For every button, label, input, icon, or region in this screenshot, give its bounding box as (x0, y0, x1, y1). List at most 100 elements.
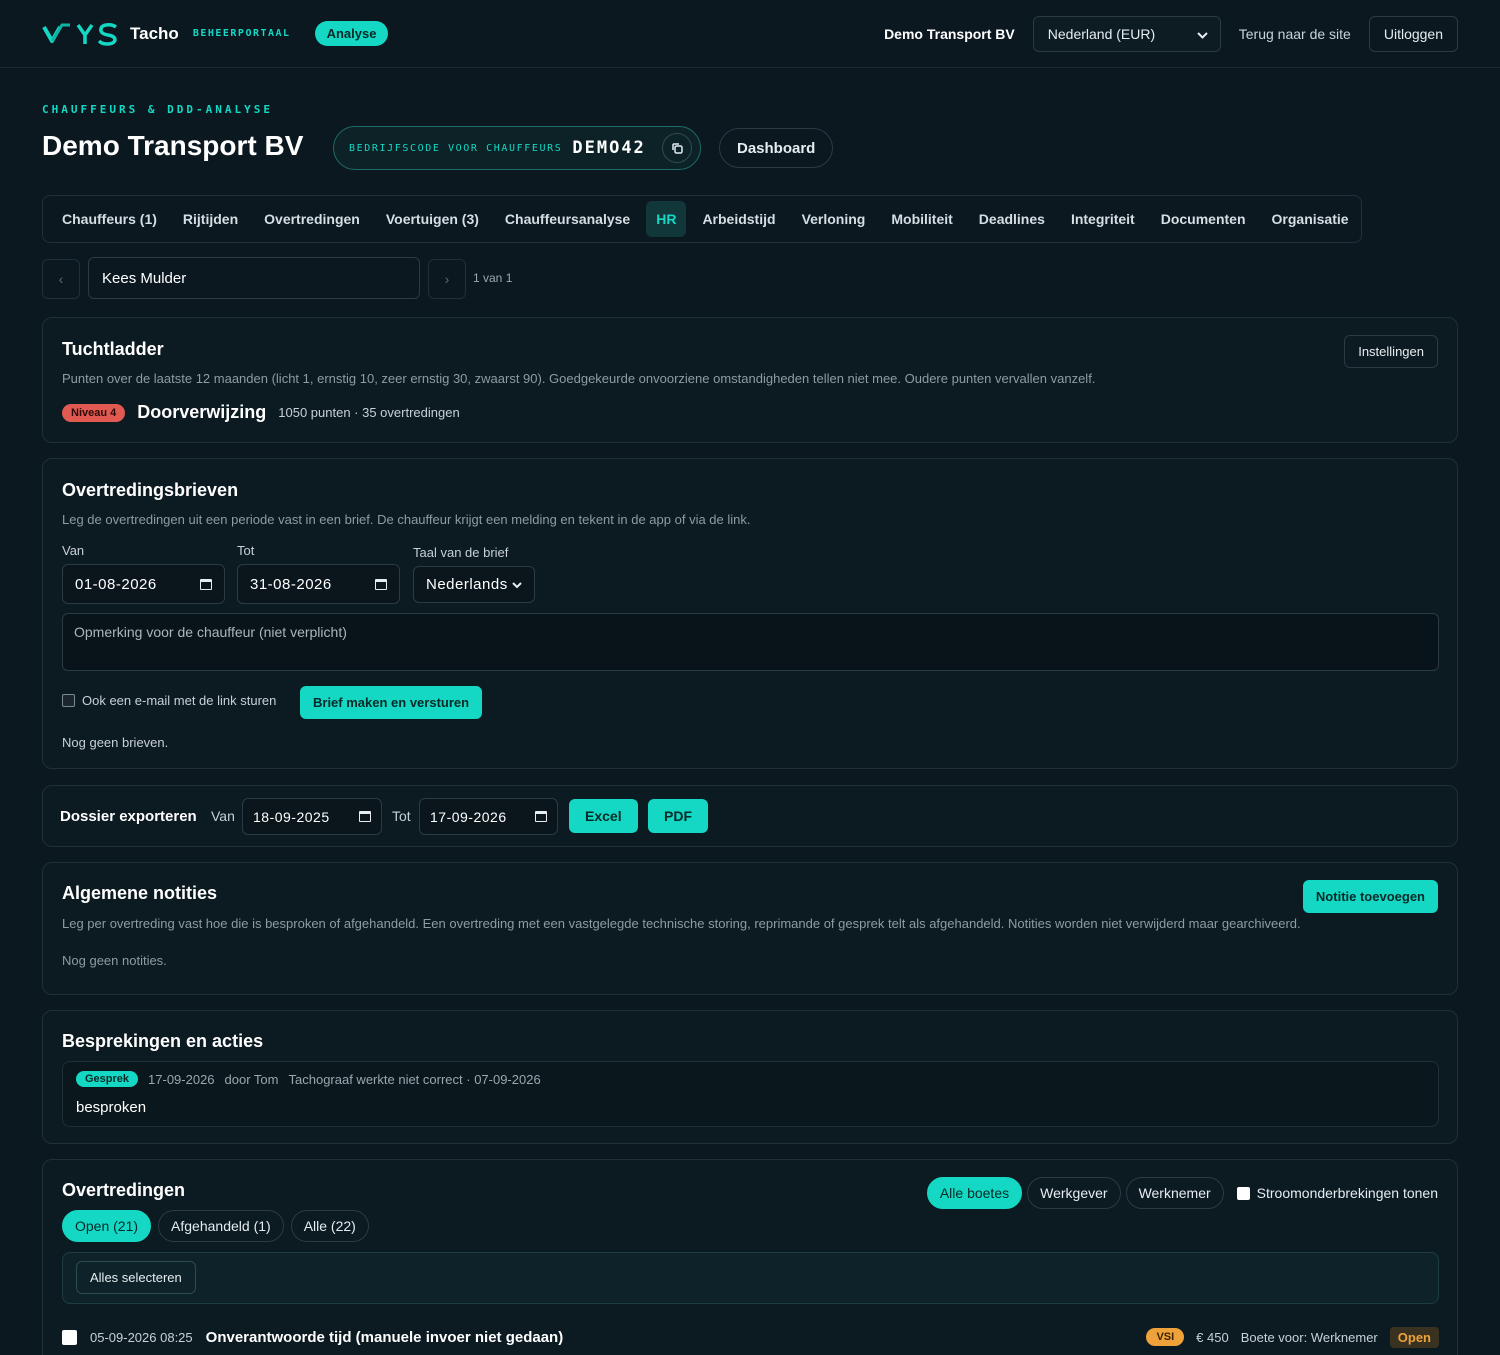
tab-integriteit[interactable]: Integriteit (1061, 201, 1145, 237)
violation-title: Onverantwoorde tijd (manuele invoer niet… (205, 1328, 564, 1346)
tab-organisatie[interactable]: Organisatie (1262, 201, 1359, 237)
discussion-date: 17-09-2026 (148, 1071, 215, 1087)
export-from-label: Van (211, 808, 235, 824)
level-name: Doorverwijzing (137, 402, 267, 422)
add-note-button[interactable]: Notitie toevoegen (1302, 880, 1438, 913)
calendar-icon[interactable] (359, 811, 371, 822)
tab-mobiliteit[interactable]: Mobiliteit (881, 201, 962, 237)
calendar-icon[interactable] (200, 578, 212, 590)
tab-chauffeurs[interactable]: Chauffeurs (1) (52, 201, 167, 237)
tab-arbeidstijd[interactable]: Arbeidstijd (692, 201, 785, 237)
filter-employer[interactable]: Werkgever (1027, 1177, 1121, 1209)
bulk-actions-bar: Alles selecteren (62, 1252, 1439, 1304)
from-date-input[interactable]: 01-08-2026 (62, 564, 225, 604)
previous-driver-button[interactable]: ‹ (42, 259, 80, 299)
tuchtladder-description: Punten over de laatste 12 maanden (licht… (62, 371, 1096, 386)
export-card: Dossier exporteren Van 18-09-2025 Tot 17… (42, 785, 1458, 847)
filter-employee[interactable]: Werknemer (1125, 1177, 1224, 1209)
discussions-card: Besprekingen en acties Gesprek 17-09-202… (42, 1010, 1458, 1144)
select-all-button[interactable]: Alles selecteren (76, 1261, 196, 1294)
discussion-text: besproken (76, 1099, 147, 1116)
violation-row[interactable]: 05-09-2026 08:25 Onverantwoorde tijd (ma… (62, 1322, 1439, 1352)
company-code-pill: BEDRIJFSCODE VOOR CHAUFFEURS DEMO42 (333, 126, 701, 170)
export-to-label: Tot (392, 808, 411, 824)
language-label: Taal van de brief (413, 545, 509, 560)
violation-datetime: 05-09-2026 08:25 (90, 1329, 193, 1345)
company-name: Demo Transport BV (884, 25, 1015, 42)
brieven-card: Overtredingsbrieven Leg de overtredingen… (42, 458, 1458, 769)
level-detail: 1050 punten · 35 overtredingen (278, 405, 460, 420)
discussions-title: Besprekingen en acties (62, 1031, 264, 1051)
violation-fine-for: Boete voor: Werknemer (1240, 1329, 1378, 1345)
export-pdf-button[interactable]: PDF (648, 799, 708, 833)
violation-severity-tag: VSI (1146, 1328, 1185, 1346)
to-date-value: 31-08-2026 (250, 575, 332, 593)
top-bar: Tacho BEHEERPORTAAL Analyse Demo Transpo… (0, 0, 1500, 68)
level-badge: Niveau 4 (62, 403, 126, 422)
export-from-input[interactable]: 18-09-2025 (242, 798, 382, 835)
status-tabs: Open (21) Afgehandeld (1) Alle (22) (62, 1210, 369, 1242)
interruptions-toggle[interactable]: Stroomonderbrekingen tonen (1236, 1185, 1438, 1201)
interruptions-label: Stroomonderbrekingen tonen (1256, 1185, 1438, 1201)
tuchtladder-title: Tuchtladder (62, 339, 164, 359)
interruptions-checkbox[interactable] (1236, 1186, 1250, 1200)
discussion-type-tag: Gesprek (76, 1071, 139, 1087)
language-select-value: Nederlands (426, 576, 508, 593)
email-option[interactable]: Ook een e-mail met de link sturen (62, 693, 276, 708)
back-to-site-link[interactable]: Terug naar de site (1239, 26, 1351, 42)
export-to-input[interactable]: 17-09-2026 (419, 798, 558, 835)
discussion-author: door Tom (224, 1071, 279, 1087)
violation-amount: € 450 (1196, 1329, 1229, 1345)
calendar-icon[interactable] (535, 811, 547, 822)
company-code-label: BEDRIJFSCODE VOOR CHAUFFEURS (349, 142, 563, 154)
discussion-item[interactable]: Gesprek 17-09-2026 door Tom Tachograaf w… (62, 1061, 1439, 1127)
export-title: Dossier exporteren (60, 808, 197, 825)
tab-chauffeursanalyse[interactable]: Chauffeursanalyse (495, 201, 640, 237)
violations-title: Overtredingen (62, 1180, 186, 1200)
tuchtladder-level: Niveau 4 Doorverwijzing 1050 punten · 35… (62, 402, 460, 423)
analyse-badge: Analyse (314, 21, 389, 46)
fine-filters: Alle boetes Werkgever Werknemer Stroomon… (926, 1177, 1438, 1209)
from-label: Van (62, 543, 85, 558)
status-alle[interactable]: Alle (22) (290, 1210, 369, 1242)
remark-textarea[interactable]: Opmerking voor de chauffeur (niet verpli… (62, 613, 1439, 671)
copy-icon[interactable] (662, 133, 692, 163)
calendar-icon[interactable] (375, 578, 387, 590)
tab-verloning[interactable]: Verloning (792, 201, 876, 237)
violation-row-checkbox[interactable] (62, 1329, 77, 1345)
tab-deadlines[interactable]: Deadlines (969, 201, 1055, 237)
status-open[interactable]: Open (21) (62, 1210, 152, 1242)
next-driver-button[interactable]: › (428, 259, 466, 299)
logout-button[interactable]: Uitloggen (1368, 15, 1458, 52)
create-letter-button[interactable]: Brief maken en versturen (300, 686, 483, 719)
page-eyebrow: CHAUFFEURS & DDD-ANALYSE (42, 103, 273, 116)
dashboard-button[interactable]: Dashboard (719, 128, 834, 168)
notes-card: Algemene notities Notitie toevoegen Leg … (42, 862, 1458, 995)
export-to-value: 17-09-2026 (430, 808, 507, 825)
notes-description: Leg per overtreding vast hoe die is besp… (62, 916, 1301, 931)
language-select[interactable]: Nederlands (413, 566, 535, 603)
export-excel-button[interactable]: Excel (569, 799, 638, 833)
tab-rijtijden[interactable]: Rijtijden (173, 201, 248, 237)
brieven-description: Leg de overtredingen uit een periode vas… (62, 512, 751, 527)
region-select[interactable]: Nederland (EUR) (1032, 15, 1221, 52)
filter-all-fines[interactable]: Alle boetes (926, 1177, 1023, 1209)
tab-overtredingen[interactable]: Overtredingen (254, 201, 370, 237)
to-date-input[interactable]: 31-08-2026 (237, 564, 400, 604)
logo-subtitle: BEHEERPORTAAL (192, 28, 291, 39)
tuchtladder-card: Tuchtladder Instellingen Punten over de … (42, 317, 1458, 443)
tab-documenten[interactable]: Documenten (1151, 201, 1256, 237)
export-from-value: 18-09-2025 (253, 808, 330, 825)
main-tabs: Chauffeurs (1) Rijtijden Overtredingen V… (42, 195, 1362, 243)
tab-hr[interactable]: HR (646, 201, 687, 237)
driver-select[interactable]: Kees Mulder (88, 257, 420, 299)
company-code-value: DEMO42 (572, 138, 646, 158)
violation-status: Open (1389, 1326, 1439, 1348)
tab-voertuigen[interactable]: Voertuigen (3) (376, 201, 489, 237)
logo[interactable]: Tacho BEHEERPORTAAL Analyse (42, 21, 389, 47)
email-checkbox[interactable] (62, 694, 75, 707)
status-afgehandeld[interactable]: Afgehandeld (1) (158, 1210, 284, 1242)
notes-title: Algemene notities (62, 883, 218, 903)
settings-button[interactable]: Instellingen (1344, 335, 1438, 368)
driver-pager: 1 van 1 (473, 271, 513, 285)
